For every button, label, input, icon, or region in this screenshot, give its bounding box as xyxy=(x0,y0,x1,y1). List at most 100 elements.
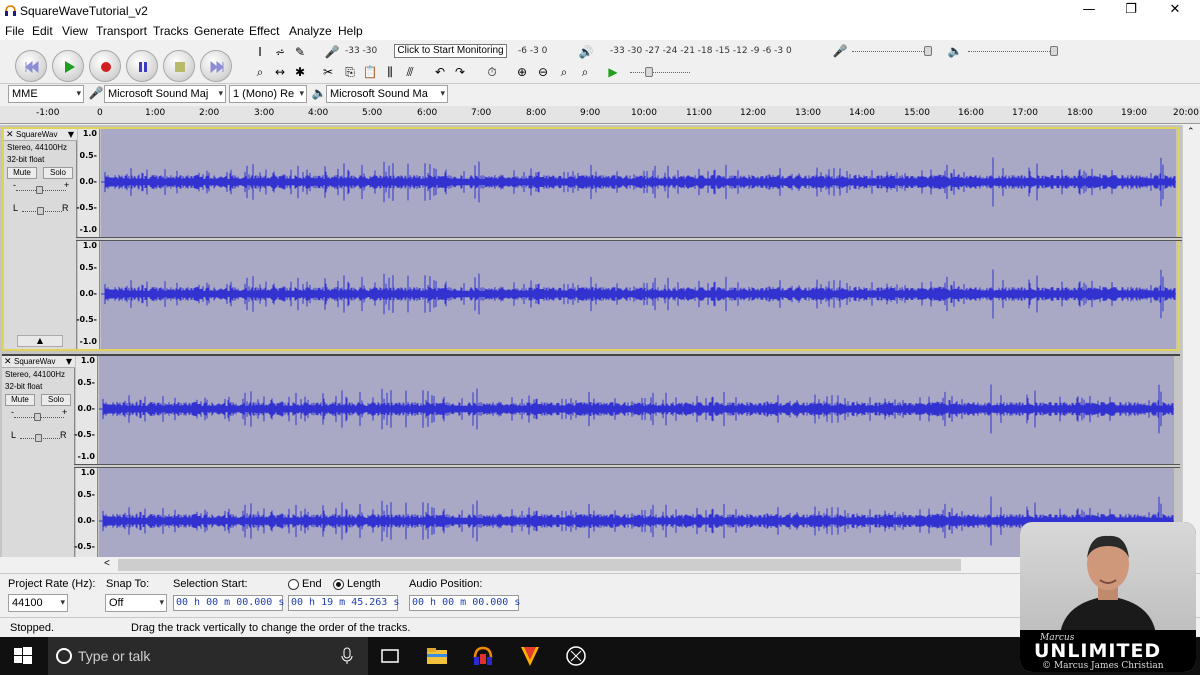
menu-tracks[interactable]: Tracks xyxy=(153,24,189,38)
envelope-tool-icon[interactable]: ⩫ xyxy=(270,42,290,62)
waveform-channel[interactable] xyxy=(101,129,1176,237)
ruler-tick: 14:00 xyxy=(849,108,875,118)
menu-generate[interactable]: Generate xyxy=(194,24,244,38)
recording-channels-select[interactable]: 1 (Mono) Re ▾ xyxy=(229,85,307,103)
menu-file[interactable]: File xyxy=(5,24,24,38)
amp-label: -0.5- xyxy=(76,203,97,212)
gain-slider-thumb[interactable] xyxy=(34,413,41,421)
track-name[interactable]: SquareWav xyxy=(14,356,56,367)
mute-button[interactable]: Mute xyxy=(5,394,35,406)
track-header[interactable]: ✕ SquareWav ▼ xyxy=(2,356,75,368)
track-menu-chevron-icon[interactable]: ▼ xyxy=(66,356,72,367)
menu-analyze[interactable]: Analyze xyxy=(289,24,332,38)
audio-position-field[interactable]: 00 h 00 m 00.000 s xyxy=(409,595,520,611)
restore-button[interactable]: ❐ xyxy=(1108,0,1154,22)
close-button[interactable]: ✕ xyxy=(1152,0,1198,22)
menu-effect[interactable]: Effect xyxy=(249,24,279,38)
playback-device-select[interactable]: Microsoft Sound Ma ▾ xyxy=(326,85,448,103)
track-menu-chevron-icon[interactable]: ▼ xyxy=(68,129,74,140)
close-track-icon[interactable]: ✕ xyxy=(6,129,14,140)
presenter-webcam-overlay: Marcus UNLIMITED © Marcus James Christia… xyxy=(1020,522,1196,672)
snap-to-select[interactable]: Off ▾ xyxy=(105,594,167,612)
cut-icon[interactable]: ✂ xyxy=(318,62,338,82)
menu-transport[interactable]: Transport xyxy=(96,24,147,38)
waveform-channel[interactable] xyxy=(101,241,1176,349)
length-radio[interactable] xyxy=(333,579,344,590)
pan-slider-thumb[interactable] xyxy=(35,434,42,442)
zoom-out-icon[interactable]: ⊖ xyxy=(533,62,553,82)
audio-track-1[interactable]: ✕ SquareWav ▼ Stereo, 44100Hz 32-bit flo… xyxy=(2,127,1182,351)
skip-to-end-button[interactable] xyxy=(200,50,232,82)
task-view-icon[interactable] xyxy=(377,643,403,669)
multi-tool-icon[interactable]: ✱ xyxy=(290,62,310,82)
track-name[interactable]: SquareWav xyxy=(16,129,58,140)
skip-to-start-button[interactable] xyxy=(15,50,47,82)
horizontal-scrollbar[interactable]: < xyxy=(100,558,1180,572)
record-meter-icon[interactable]: 🎤 xyxy=(322,42,342,62)
close-track-icon[interactable]: ✕ xyxy=(4,356,12,367)
track-header[interactable]: ✕ SquareWav ▼ xyxy=(4,129,77,141)
record-button[interactable] xyxy=(89,50,121,82)
end-radio[interactable] xyxy=(288,579,299,590)
camera-app-icon[interactable] xyxy=(563,643,589,669)
playback-speed-thumb[interactable] xyxy=(645,67,653,77)
waveform-channel[interactable] xyxy=(99,468,1174,557)
minimize-button[interactable]: — xyxy=(1066,0,1112,22)
recording-volume-slider[interactable] xyxy=(852,51,932,52)
windows-start-icon[interactable] xyxy=(10,643,36,669)
paste-icon[interactable]: 📋 xyxy=(360,62,380,82)
menu-help[interactable]: Help xyxy=(338,24,363,38)
stop-button[interactable] xyxy=(163,50,195,82)
waveform-channel[interactable] xyxy=(99,356,1174,464)
scroll-up-icon[interactable]: ⌃ xyxy=(1187,127,1195,137)
fit-project-icon[interactable]: ⌕ xyxy=(575,62,595,82)
project-rate-select[interactable]: 44100 ▾ xyxy=(8,594,68,612)
menu-view[interactable]: View xyxy=(62,24,88,38)
horizontal-scrollbar-thumb[interactable] xyxy=(118,559,961,571)
audio-track-2[interactable]: ✕ SquareWav ▼ Stereo, 44100Hz 32-bit flo… xyxy=(2,354,1180,557)
time-shift-tool-icon[interactable]: ↔ xyxy=(270,62,290,82)
audio-host-select[interactable]: MME ▾ xyxy=(8,85,84,103)
playback-volume-thumb[interactable] xyxy=(1050,46,1058,56)
audacity-taskbar-icon[interactable] xyxy=(470,643,496,669)
pause-button[interactable] xyxy=(126,50,158,82)
zoom-tool-icon[interactable]: ⌕ xyxy=(250,62,270,82)
playback-meter-icon[interactable]: 🔊 xyxy=(576,42,596,62)
timeline-ruler[interactable]: -1:00 0 1:00 2:00 3:00 4:00 5:00 6:00 7:… xyxy=(0,106,1200,124)
selection-length-field[interactable]: 00 h 19 m 45.263 s xyxy=(288,595,399,611)
copy-icon[interactable]: ⎘ xyxy=(340,62,360,82)
silence-icon[interactable]: ⫻ xyxy=(400,62,420,82)
redo-icon[interactable]: ↷ xyxy=(450,62,470,82)
playback-volume-slider[interactable] xyxy=(968,51,1056,52)
sync-lock-icon[interactable]: ⏱ xyxy=(482,62,502,82)
vlc-icon[interactable] xyxy=(517,643,543,669)
solo-button[interactable]: Solo xyxy=(43,167,73,179)
fit-selection-icon[interactable]: ⌕ xyxy=(554,62,574,82)
trim-icon[interactable]: ⫼ xyxy=(380,62,400,82)
menu-edit[interactable]: Edit xyxy=(32,24,53,38)
zoom-in-icon[interactable]: ⊕ xyxy=(512,62,532,82)
track-area[interactable]: ✕ SquareWav ▼ Stereo, 44100Hz 32-bit flo… xyxy=(0,125,1200,557)
scroll-left-icon[interactable]: < xyxy=(104,558,110,569)
collapse-track-button[interactable]: ▲ xyxy=(17,335,63,347)
playback-speed-slider[interactable] xyxy=(630,72,690,73)
selection-start-field[interactable]: 00 h 00 m 00.000 s xyxy=(173,595,284,611)
microphone-icon[interactable] xyxy=(340,647,354,665)
selection-tool-icon[interactable]: I xyxy=(250,42,270,62)
pan-slider-thumb[interactable] xyxy=(37,207,44,215)
draw-tool-icon[interactable]: ✎ xyxy=(290,42,310,62)
file-explorer-icon[interactable] xyxy=(424,643,450,669)
solo-button[interactable]: Solo xyxy=(41,394,71,406)
track-control-panel[interactable]: ✕ SquareWav ▼ Stereo, 44100Hz 32-bit flo… xyxy=(4,129,77,349)
taskbar-search-box[interactable]: Type or talk xyxy=(48,637,368,675)
start-monitoring-button[interactable]: Click to Start Monitoring xyxy=(394,44,507,58)
vertical-scrollbar[interactable]: ⌃ xyxy=(1182,125,1200,557)
mute-button[interactable]: Mute xyxy=(7,167,37,179)
recording-volume-thumb[interactable] xyxy=(924,46,932,56)
recording-device-select[interactable]: Microsoft Sound Maj ▾ xyxy=(104,85,226,103)
play-button[interactable] xyxy=(52,50,84,82)
track-control-panel[interactable]: ✕ SquareWav ▼ Stereo, 44100Hz 32-bit flo… xyxy=(2,356,75,557)
gain-slider-thumb[interactable] xyxy=(36,186,43,194)
undo-icon[interactable]: ↶ xyxy=(430,62,450,82)
play-at-speed-icon[interactable]: ▶ xyxy=(603,62,623,82)
